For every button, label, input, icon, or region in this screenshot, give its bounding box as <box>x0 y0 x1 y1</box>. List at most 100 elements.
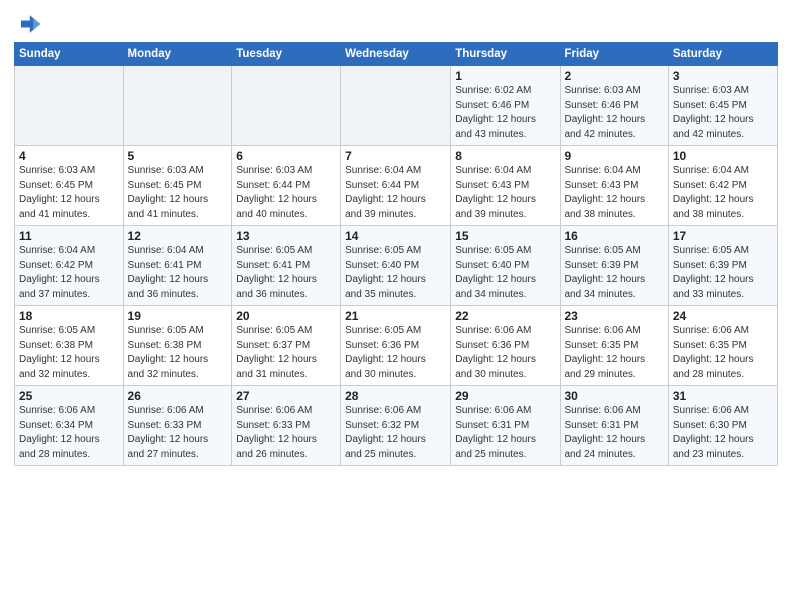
day-number: 31 <box>673 389 773 403</box>
calendar-cell: 11Sunrise: 6:04 AM Sunset: 6:42 PM Dayli… <box>15 226 124 306</box>
day-number: 23 <box>565 309 664 323</box>
calendar-cell: 20Sunrise: 6:05 AM Sunset: 6:37 PM Dayli… <box>232 306 341 386</box>
day-info: Sunrise: 6:05 AM Sunset: 6:36 PM Dayligh… <box>345 324 446 382</box>
day-number: 27 <box>236 389 336 403</box>
day-number: 16 <box>565 229 664 243</box>
calendar-cell: 10Sunrise: 6:04 AM Sunset: 6:42 PM Dayli… <box>668 146 777 226</box>
day-info: Sunrise: 6:03 AM Sunset: 6:45 PM Dayligh… <box>128 164 228 222</box>
day-number: 18 <box>19 309 119 323</box>
calendar-cell <box>232 66 341 146</box>
calendar-cell: 3Sunrise: 6:03 AM Sunset: 6:45 PM Daylig… <box>668 66 777 146</box>
calendar-cell: 21Sunrise: 6:05 AM Sunset: 6:36 PM Dayli… <box>341 306 451 386</box>
day-number: 29 <box>455 389 555 403</box>
calendar-header: SundayMondayTuesdayWednesdayThursdayFrid… <box>15 43 778 66</box>
day-number: 24 <box>673 309 773 323</box>
calendar-cell: 25Sunrise: 6:06 AM Sunset: 6:34 PM Dayli… <box>15 386 124 466</box>
day-info: Sunrise: 6:06 AM Sunset: 6:33 PM Dayligh… <box>236 404 336 462</box>
logo <box>14 10 46 38</box>
day-number: 4 <box>19 149 119 163</box>
day-info: Sunrise: 6:03 AM Sunset: 6:45 PM Dayligh… <box>19 164 119 222</box>
day-info: Sunrise: 6:02 AM Sunset: 6:46 PM Dayligh… <box>455 84 555 142</box>
calendar-cell: 16Sunrise: 6:05 AM Sunset: 6:39 PM Dayli… <box>560 226 668 306</box>
calendar-cell <box>123 66 232 146</box>
calendar-cell: 22Sunrise: 6:06 AM Sunset: 6:36 PM Dayli… <box>451 306 560 386</box>
calendar-week: 1Sunrise: 6:02 AM Sunset: 6:46 PM Daylig… <box>15 66 778 146</box>
day-number: 8 <box>455 149 555 163</box>
day-number: 13 <box>236 229 336 243</box>
day-info: Sunrise: 6:03 AM Sunset: 6:44 PM Dayligh… <box>236 164 336 222</box>
day-info: Sunrise: 6:06 AM Sunset: 6:35 PM Dayligh… <box>673 324 773 382</box>
calendar-cell: 24Sunrise: 6:06 AM Sunset: 6:35 PM Dayli… <box>668 306 777 386</box>
day-info: Sunrise: 6:05 AM Sunset: 6:39 PM Dayligh… <box>565 244 664 302</box>
weekday-header: Monday <box>123 43 232 66</box>
calendar-cell: 14Sunrise: 6:05 AM Sunset: 6:40 PM Dayli… <box>341 226 451 306</box>
day-number: 30 <box>565 389 664 403</box>
calendar-cell: 2Sunrise: 6:03 AM Sunset: 6:46 PM Daylig… <box>560 66 668 146</box>
calendar-cell: 30Sunrise: 6:06 AM Sunset: 6:31 PM Dayli… <box>560 386 668 466</box>
day-number: 19 <box>128 309 228 323</box>
day-number: 10 <box>673 149 773 163</box>
day-number: 28 <box>345 389 446 403</box>
day-number: 25 <box>19 389 119 403</box>
day-number: 26 <box>128 389 228 403</box>
day-info: Sunrise: 6:04 AM Sunset: 6:41 PM Dayligh… <box>128 244 228 302</box>
day-info: Sunrise: 6:05 AM Sunset: 6:37 PM Dayligh… <box>236 324 336 382</box>
calendar-cell: 26Sunrise: 6:06 AM Sunset: 6:33 PM Dayli… <box>123 386 232 466</box>
day-info: Sunrise: 6:06 AM Sunset: 6:31 PM Dayligh… <box>455 404 555 462</box>
weekday-header: Wednesday <box>341 43 451 66</box>
calendar-week: 11Sunrise: 6:04 AM Sunset: 6:42 PM Dayli… <box>15 226 778 306</box>
day-info: Sunrise: 6:06 AM Sunset: 6:34 PM Dayligh… <box>19 404 119 462</box>
calendar-cell: 17Sunrise: 6:05 AM Sunset: 6:39 PM Dayli… <box>668 226 777 306</box>
day-number: 7 <box>345 149 446 163</box>
calendar-cell: 15Sunrise: 6:05 AM Sunset: 6:40 PM Dayli… <box>451 226 560 306</box>
day-number: 21 <box>345 309 446 323</box>
day-number: 1 <box>455 69 555 83</box>
calendar-table: SundayMondayTuesdayWednesdayThursdayFrid… <box>14 42 778 466</box>
calendar-cell: 7Sunrise: 6:04 AM Sunset: 6:44 PM Daylig… <box>341 146 451 226</box>
calendar-cell: 5Sunrise: 6:03 AM Sunset: 6:45 PM Daylig… <box>123 146 232 226</box>
calendar-cell: 9Sunrise: 6:04 AM Sunset: 6:43 PM Daylig… <box>560 146 668 226</box>
day-info: Sunrise: 6:05 AM Sunset: 6:38 PM Dayligh… <box>128 324 228 382</box>
day-info: Sunrise: 6:03 AM Sunset: 6:45 PM Dayligh… <box>673 84 773 142</box>
day-info: Sunrise: 6:06 AM Sunset: 6:32 PM Dayligh… <box>345 404 446 462</box>
day-number: 22 <box>455 309 555 323</box>
day-number: 6 <box>236 149 336 163</box>
day-info: Sunrise: 6:06 AM Sunset: 6:35 PM Dayligh… <box>565 324 664 382</box>
day-number: 14 <box>345 229 446 243</box>
day-number: 2 <box>565 69 664 83</box>
calendar-cell <box>15 66 124 146</box>
day-info: Sunrise: 6:05 AM Sunset: 6:41 PM Dayligh… <box>236 244 336 302</box>
day-info: Sunrise: 6:04 AM Sunset: 6:42 PM Dayligh… <box>673 164 773 222</box>
calendar-body: 1Sunrise: 6:02 AM Sunset: 6:46 PM Daylig… <box>15 66 778 466</box>
calendar-cell: 31Sunrise: 6:06 AM Sunset: 6:30 PM Dayli… <box>668 386 777 466</box>
day-number: 11 <box>19 229 119 243</box>
day-info: Sunrise: 6:04 AM Sunset: 6:43 PM Dayligh… <box>565 164 664 222</box>
day-info: Sunrise: 6:05 AM Sunset: 6:40 PM Dayligh… <box>455 244 555 302</box>
weekday-header: Friday <box>560 43 668 66</box>
day-info: Sunrise: 6:05 AM Sunset: 6:40 PM Dayligh… <box>345 244 446 302</box>
weekday-header: Thursday <box>451 43 560 66</box>
calendar-cell: 23Sunrise: 6:06 AM Sunset: 6:35 PM Dayli… <box>560 306 668 386</box>
weekday-header: Saturday <box>668 43 777 66</box>
calendar-cell: 12Sunrise: 6:04 AM Sunset: 6:41 PM Dayli… <box>123 226 232 306</box>
day-info: Sunrise: 6:06 AM Sunset: 6:31 PM Dayligh… <box>565 404 664 462</box>
day-number: 9 <box>565 149 664 163</box>
calendar-cell: 1Sunrise: 6:02 AM Sunset: 6:46 PM Daylig… <box>451 66 560 146</box>
day-info: Sunrise: 6:05 AM Sunset: 6:38 PM Dayligh… <box>19 324 119 382</box>
calendar-cell: 19Sunrise: 6:05 AM Sunset: 6:38 PM Dayli… <box>123 306 232 386</box>
day-info: Sunrise: 6:04 AM Sunset: 6:42 PM Dayligh… <box>19 244 119 302</box>
day-info: Sunrise: 6:04 AM Sunset: 6:43 PM Dayligh… <box>455 164 555 222</box>
day-info: Sunrise: 6:03 AM Sunset: 6:46 PM Dayligh… <box>565 84 664 142</box>
weekday-header: Tuesday <box>232 43 341 66</box>
calendar-cell: 28Sunrise: 6:06 AM Sunset: 6:32 PM Dayli… <box>341 386 451 466</box>
calendar-cell: 13Sunrise: 6:05 AM Sunset: 6:41 PM Dayli… <box>232 226 341 306</box>
calendar-week: 25Sunrise: 6:06 AM Sunset: 6:34 PM Dayli… <box>15 386 778 466</box>
calendar-cell: 27Sunrise: 6:06 AM Sunset: 6:33 PM Dayli… <box>232 386 341 466</box>
calendar-cell <box>341 66 451 146</box>
day-number: 15 <box>455 229 555 243</box>
day-info: Sunrise: 6:06 AM Sunset: 6:30 PM Dayligh… <box>673 404 773 462</box>
weekday-header: Sunday <box>15 43 124 66</box>
calendar-cell: 18Sunrise: 6:05 AM Sunset: 6:38 PM Dayli… <box>15 306 124 386</box>
calendar-week: 4Sunrise: 6:03 AM Sunset: 6:45 PM Daylig… <box>15 146 778 226</box>
calendar-week: 18Sunrise: 6:05 AM Sunset: 6:38 PM Dayli… <box>15 306 778 386</box>
